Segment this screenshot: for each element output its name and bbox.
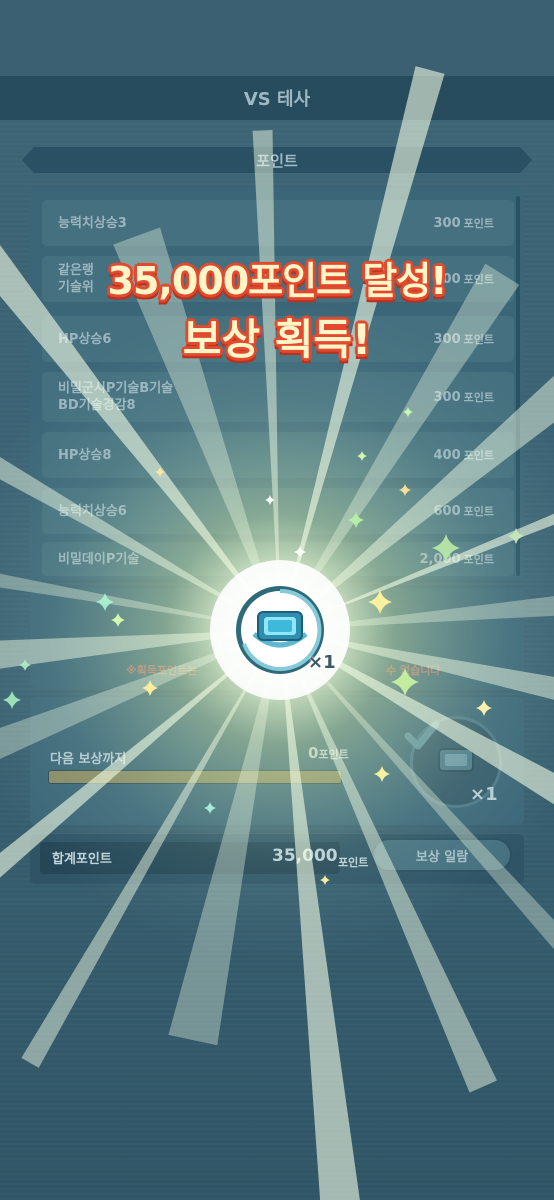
total-points-unit: 포인트 <box>338 856 369 869</box>
total-points-label: 합계포인트 <box>52 852 112 867</box>
reward-row[interactable]: 능력치상승3 300 포인트 <box>42 200 514 246</box>
reward-points: 400 포인트 <box>433 432 494 478</box>
progress-fill <box>49 771 341 783</box>
title-bar: VS 테사 <box>0 76 554 120</box>
section-banner: 포인트 <box>22 147 532 173</box>
reward-points-unit: 포인트 <box>463 449 494 462</box>
next-reward-number: 0 <box>308 744 319 762</box>
info-note-end: 수 없습니다 <box>386 664 441 677</box>
reward-list-button[interactable]: 보상 일람 <box>372 838 512 872</box>
top-bar <box>0 0 554 76</box>
reward-points: 600 포인트 <box>433 488 494 534</box>
game-screen: VS 테사 포인트 능력치상승3 300 포인트 같은랭 기술위 300 포인트 H… <box>0 0 554 1200</box>
reward-row[interactable]: 능력치상승6 600 포인트 <box>42 488 514 534</box>
reward-points-unit: 포인트 <box>463 553 494 566</box>
reward-points: 300 포인트 <box>433 372 494 422</box>
info-number: 7 <box>212 634 226 658</box>
chip-item-icon <box>252 611 308 648</box>
reward-points-unit: 포인트 <box>463 391 494 404</box>
reward-label: 비밀데이P기술 <box>58 551 140 567</box>
next-reward-unit: 포인트 <box>318 748 349 761</box>
reward-count: ×1 <box>308 652 336 673</box>
reward-label: 능력치상승6 <box>58 503 127 519</box>
reward-label: 능력치상승3 <box>58 215 127 231</box>
reward-points-value: 300 <box>433 389 461 405</box>
reward-points-unit: 포인트 <box>463 505 494 518</box>
reward-points-unit: 포인트 <box>463 217 494 230</box>
reward-row[interactable]: 비밀데이P기술 2,000 포인트 <box>42 542 514 576</box>
total-points-value: 35,000 <box>272 846 338 866</box>
next-reward-value: 0포인트 <box>308 744 349 762</box>
reward-points: 2,000 포인트 <box>420 542 495 576</box>
check-icon <box>404 720 440 750</box>
section-title: 포인트 <box>256 151 298 170</box>
reward-points-value: 300 <box>433 215 461 231</box>
reward-label: HP상승8 <box>58 447 112 463</box>
next-reward-label: 다음 보상까지 <box>50 752 127 767</box>
achievement-headline: 35,000포인트 달성! <box>107 259 448 303</box>
reward-points: 300 포인트 <box>433 200 494 246</box>
reward-row[interactable]: 비밀군시P기술B기술 BD기술경감8 300 포인트 <box>42 372 514 422</box>
reward-obtained-headline: 보상 획득! <box>182 315 372 364</box>
screen-title: VS 테사 <box>243 89 311 110</box>
reward-row[interactable]: HP상승8 400 포인트 <box>42 432 514 478</box>
reward-points-value: 2,000 <box>419 551 461 567</box>
reward-points-value: 400 <box>433 447 461 463</box>
reward-label: 비밀군시P기술B기술 BD기술경감8 <box>58 381 174 413</box>
next-reward-progress-bar <box>48 770 342 784</box>
info-note: ※획득포인트는 <box>126 664 198 677</box>
next-reward-count: ×1 <box>470 784 498 805</box>
reward-points-value: 600 <box>433 503 461 519</box>
